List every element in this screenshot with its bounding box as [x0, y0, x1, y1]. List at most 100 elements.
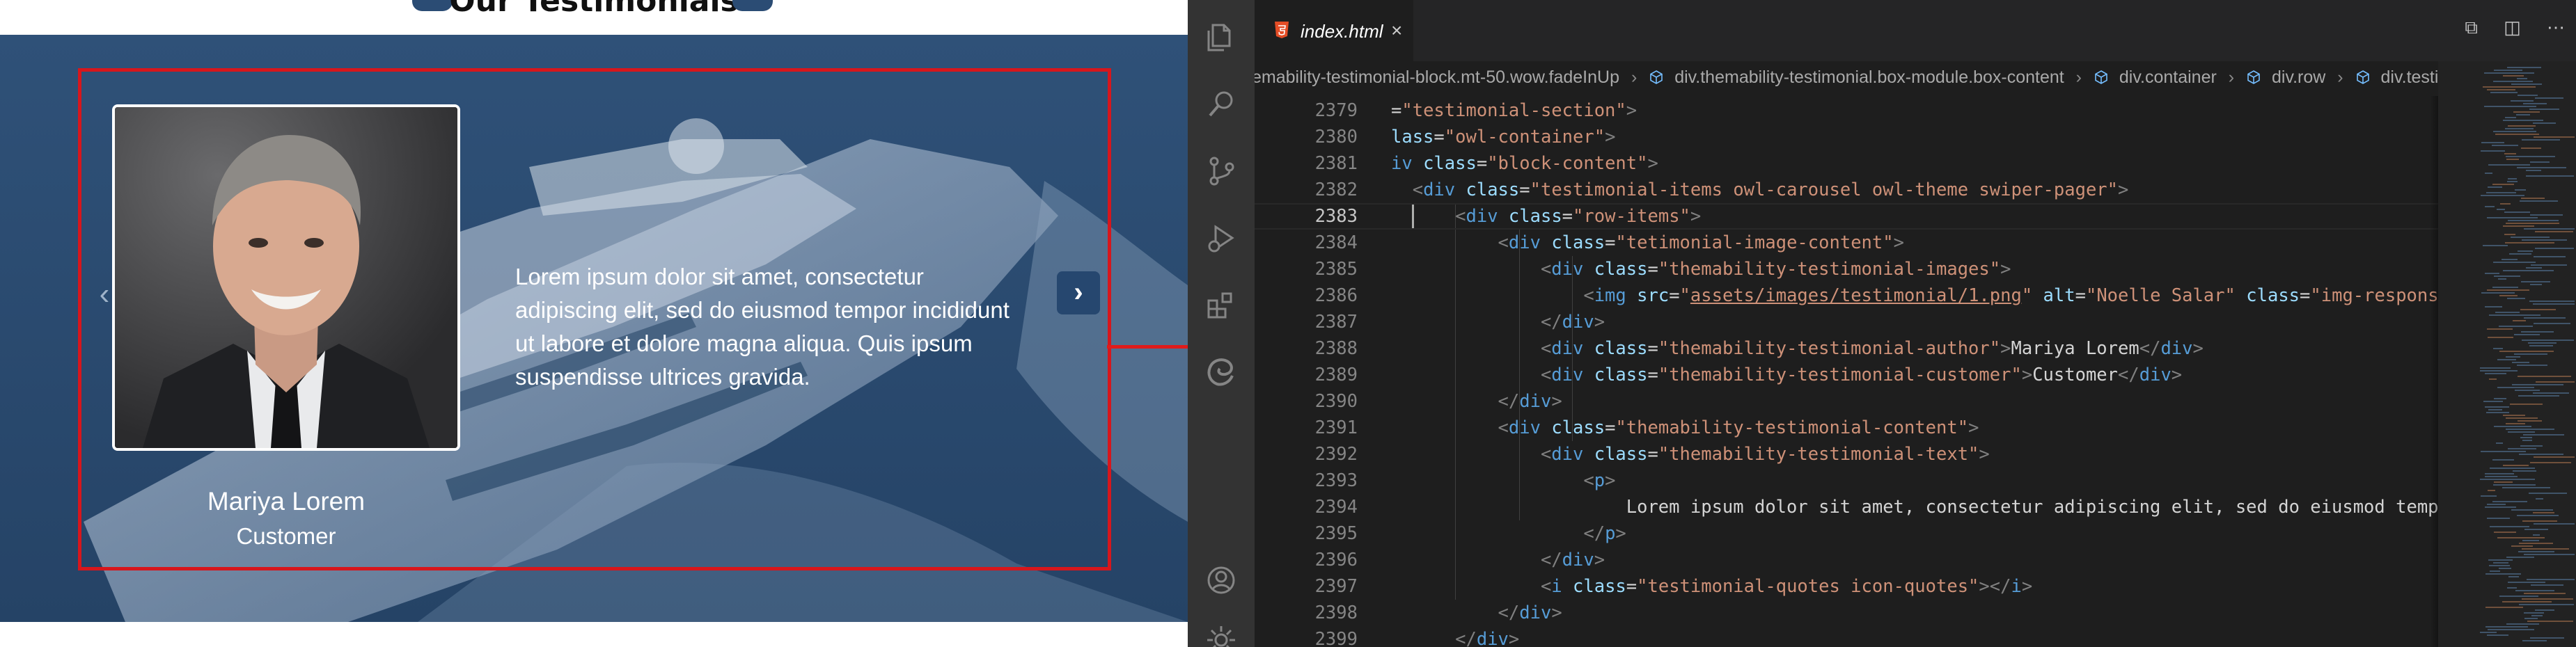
code-token: " [1679, 285, 1690, 306]
code-token: > [1615, 523, 1626, 544]
code-token: div [2139, 365, 2171, 385]
code-line: 2399 </div> [1255, 626, 2438, 647]
code-line: 2384 <div class="tetimonial-image-conten… [1255, 230, 2438, 256]
code-token: > [1508, 629, 1520, 647]
line-number: 2399 [1314, 629, 1358, 647]
code-token: src [1637, 285, 1670, 306]
code-token: "themability-testimonial-content" [1615, 417, 1969, 438]
line-number: 2384 [1314, 232, 1358, 253]
code-token: > [1626, 100, 1638, 121]
code-token: = [1391, 100, 1402, 121]
split-editor-icon[interactable]: ⧉ [2465, 17, 2478, 39]
code-token: </ [1540, 550, 1562, 570]
code-token: < [1498, 232, 1509, 253]
line-number: 2394 [1314, 497, 1358, 518]
html5-icon [1275, 22, 1289, 38]
line-source: </div> [1391, 309, 1605, 335]
code-token: > [1551, 391, 1562, 412]
code-token: > [1979, 444, 1990, 465]
code-token: class [1466, 179, 1520, 200]
line-source: <div class="themability-testimonial-auth… [1391, 335, 2204, 362]
line-source: <div class="themability-testimonial-cust… [1391, 362, 2182, 388]
code-token: = [1476, 153, 1488, 174]
tab-index-html[interactable]: index.html × [1255, 0, 1413, 61]
breadcrumb-item[interactable]: div.row [2272, 61, 2325, 93]
line-number: 2397 [1314, 576, 1358, 597]
minimap-slider[interactable] [2438, 61, 2576, 647]
extensions-icon[interactable] [1204, 288, 1238, 321]
line-source: <div class="themability-testimonial-text… [1391, 441, 1990, 468]
account-icon[interactable] [1204, 564, 1238, 597]
code-token: = [1669, 285, 1680, 306]
run-debug-icon[interactable] [1204, 221, 1238, 255]
code-token: </ [1583, 523, 1605, 544]
code-token: < [1540, 444, 1552, 465]
line-source: <div class="testimonial-items owl-carous… [1391, 177, 2129, 203]
breadcrumb-item[interactable]: div.container [2119, 61, 2217, 93]
source-control-icon[interactable] [1204, 154, 1238, 188]
line-source: <i class="testimonial-quotes icon-quotes… [1391, 573, 2032, 600]
line-source: </p> [1391, 520, 1626, 547]
more-icon[interactable]: ⋯ [2547, 17, 2565, 38]
code-token: div [1551, 259, 1594, 280]
settings-icon[interactable] [1204, 623, 1238, 647]
breadcrumb-item[interactable]: emability-testimonial-block.mt-50.wow.fa… [1255, 61, 1619, 93]
code-token: i [1551, 576, 1573, 597]
code-token: </ [1498, 602, 1520, 623]
editor-actions: ⧉ ◫ ⋯ [2444, 17, 2565, 39]
vscode-window: index.html × ⧉ ◫ ⋯ emability-testimonial… [1188, 0, 2576, 647]
code-line: 2391 <div class="themability-testimonial… [1255, 415, 2438, 441]
code-token: </ [1498, 391, 1520, 412]
layout-icon[interactable]: ◫ [2504, 17, 2521, 38]
line-source: <div class="row-items"> [1391, 203, 1701, 230]
explorer-icon[interactable] [1204, 21, 1238, 54]
search-icon[interactable] [1204, 88, 1238, 121]
code-token: = [1519, 179, 1530, 200]
testimonial-quote: Lorem ipsum dolor sit amet, consectetur … [515, 260, 1072, 394]
line-source: <img src="assets/images/testimonial/1.pn… [1391, 282, 2438, 309]
carousel-prev-button[interactable]: ‹ [91, 277, 118, 312]
code-token: p [1594, 470, 1605, 491]
code-editor[interactable]: 2379 ="testimonial-section"> 2380 lass="owl… [1255, 96, 2438, 647]
code-token: div [1476, 629, 1509, 647]
line-number: 2385 [1314, 259, 1358, 280]
code-token: "img-responsive [2310, 285, 2438, 306]
line-number: 2379 [1314, 100, 1358, 121]
line-source: lass="owl-container"> [1391, 124, 1615, 150]
code-token: p [1605, 523, 1616, 544]
quote-line: ut labore et dolore magna aliqua. Quis i… [515, 330, 973, 356]
code-token: div [1551, 338, 1594, 359]
line-source: Lorem ipsum dolor sit amet, consectetur … [1391, 494, 2438, 520]
code-token: div [1519, 602, 1552, 623]
tab-bar: index.html × ⧉ ◫ ⋯ [1255, 0, 2576, 61]
code-token: assets/images/testimonial/1.png [1690, 285, 2022, 306]
code-token: < [1583, 285, 1594, 306]
code-token: lass [1391, 127, 1434, 147]
person-portrait-image [115, 107, 457, 448]
code-line: 2383 <div class="row-items"> [1255, 203, 2438, 230]
code-token: "row-items" [1573, 206, 1690, 227]
code-token: = [1647, 259, 1658, 280]
minimap[interactable] [2438, 61, 2576, 647]
testimonial-photo [112, 104, 460, 451]
code-token: = [1626, 576, 1638, 597]
close-icon[interactable]: × [1391, 19, 1402, 42]
code-token: class [1594, 338, 1648, 359]
code-token: > [2021, 576, 2033, 597]
code-line: 2382 <div class="testimonial-items owl-c… [1255, 177, 2438, 203]
breadcrumb-item[interactable]: div.themability-testimonial.box-module.b… [1674, 61, 2064, 93]
code-token: = [2300, 285, 2311, 306]
activity-bar [1188, 0, 1255, 647]
code-token: = [1605, 417, 1616, 438]
code-token: > [2021, 365, 2033, 385]
carousel-next-button[interactable]: › [1057, 271, 1100, 314]
code-token: class [1423, 153, 1477, 174]
edge-tools-icon[interactable] [1204, 355, 1238, 388]
